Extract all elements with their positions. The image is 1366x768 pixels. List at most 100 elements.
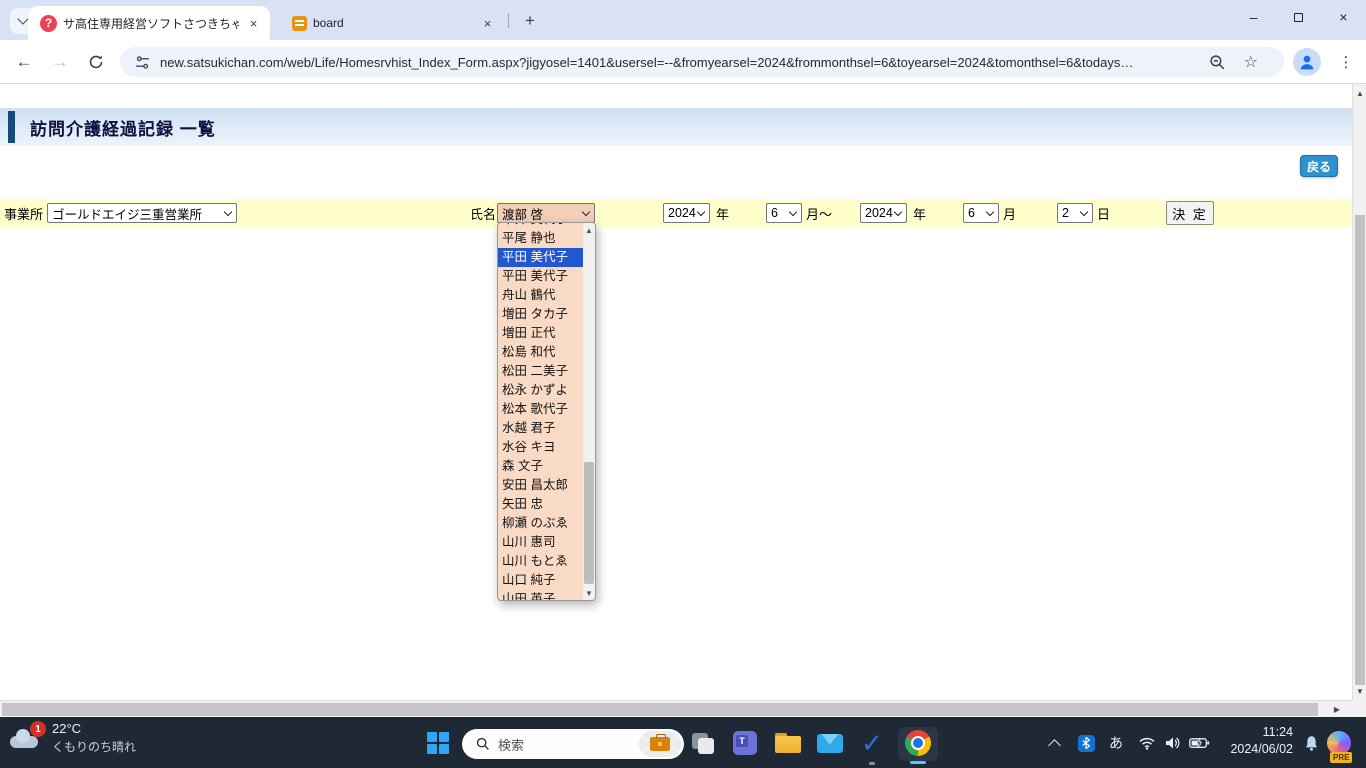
from-month-select[interactable]: 6 [766, 203, 802, 223]
dropdown-option[interactable]: 平尾 静也 [498, 229, 583, 248]
dropdown-option[interactable]: 矢田 忠 [498, 495, 583, 514]
dropdown-option[interactable]: 舟山 鶴代 [498, 286, 583, 305]
dropdown-option[interactable]: 山川 もとゑ [498, 552, 583, 571]
name-select[interactable]: 渡部 啓 [497, 203, 595, 223]
todo-button[interactable]: ✓ [858, 729, 886, 757]
bookmark-star-icon[interactable]: ☆ [1244, 52, 1258, 72]
chrome-button[interactable] [904, 729, 932, 757]
chevron-down-icon [893, 207, 903, 217]
taskbar-search[interactable]: 検索 [462, 729, 684, 759]
minimize-button[interactable]: – [1231, 0, 1276, 34]
tab-divider [508, 13, 509, 28]
dropdown-option[interactable]: 山田 英子 [498, 590, 583, 600]
dropdown-option[interactable]: 森 文子 [498, 457, 583, 476]
dropdown-option[interactable]: 松本 歌代子 [498, 400, 583, 419]
restore-button[interactable] [1276, 0, 1321, 34]
to-year-value: 2024 [865, 206, 893, 220]
dropdown-list: 平井 美代子平尾 静也平田 美代子平田 美代子舟山 鶴代増田 タカ子増田 正代松… [498, 223, 583, 600]
mail-button[interactable] [816, 729, 844, 757]
dropdown-scrollbar-thumb[interactable] [584, 462, 594, 584]
close-button[interactable]: × [1321, 0, 1366, 34]
file-explorer-button[interactable] [774, 729, 802, 757]
dropdown-option[interactable]: 水越 君子 [498, 419, 583, 438]
browser-menu-icon[interactable]: ⋮ [1336, 51, 1356, 73]
wifi-button[interactable] [1133, 729, 1161, 757]
dropdown-option[interactable]: 安田 昌太郎 [498, 476, 583, 495]
from-year-select[interactable]: 2024 [663, 203, 710, 223]
browser-tab-active[interactable]: ? サ高住専用経営ソフトさつきちゃん × [28, 6, 270, 40]
battery-button[interactable] [1185, 729, 1213, 757]
dropdown-option[interactable]: 松田 二美子 [498, 362, 583, 381]
scroll-up-icon[interactable]: ▲ [1353, 86, 1366, 100]
day-value: 2 [1062, 206, 1069, 220]
scroll-down-icon[interactable]: ▼ [1353, 684, 1366, 698]
task-view-button[interactable] [688, 729, 716, 757]
chevron-down-icon [788, 207, 798, 217]
to-year-select[interactable]: 2024 [860, 203, 907, 223]
search-highlight-chip[interactable] [639, 731, 681, 757]
teams-button[interactable] [731, 729, 759, 757]
dropdown-option[interactable]: 水谷 キヨ [498, 438, 583, 457]
weather-widget[interactable]: 1 22°C くもりのち晴れ [8, 721, 136, 755]
dropdown-option[interactable]: 山口 純子 [498, 571, 583, 590]
site-info-icon[interactable] [134, 54, 151, 71]
question-favicon-icon: ? [40, 14, 57, 32]
browser-tab-board[interactable]: board × [280, 6, 504, 40]
horizontal-scrollbar[interactable]: ▶ [0, 700, 1352, 717]
dropdown-option[interactable]: 松永 かずよ [498, 381, 583, 400]
to-year-unit: 年 [913, 206, 927, 222]
to-month-value: 6 [968, 206, 975, 220]
return-button[interactable]: 戻る [1300, 155, 1338, 177]
dropdown-scrollbar[interactable]: ▲ ▼ [583, 223, 595, 600]
bluetooth-icon [1077, 734, 1095, 752]
dropdown-option[interactable]: 平田 美代子 [498, 248, 583, 267]
dropdown-option[interactable]: 増田 タカ子 [498, 305, 583, 324]
chevron-down-icon [696, 207, 706, 217]
tab-close-icon[interactable]: × [479, 15, 496, 32]
scroll-up-icon[interactable]: ▲ [583, 223, 595, 237]
folder-icon [775, 733, 801, 753]
day-select[interactable]: 2 [1057, 203, 1093, 223]
running-indicator [869, 762, 875, 765]
url-bar[interactable]: new.satsukichan.com/web/Life/Homesrvhist… [120, 47, 1284, 77]
taskbar-clock[interactable]: 11:24 2024/06/02 [1225, 724, 1293, 758]
office-select[interactable]: ゴールドエイジ三重営業所 [47, 203, 237, 223]
dropdown-option[interactable]: 平田 美代子 [498, 267, 583, 286]
reload-button[interactable] [83, 49, 109, 75]
chrome-active-indicator [910, 761, 926, 764]
zoom-out-icon[interactable] [1209, 54, 1226, 71]
tab-title: board [313, 16, 344, 30]
taskbar: 1 22°C くもりのち晴れ 検索 ✓ あ 11:24 2024/06/02 [0, 717, 1366, 768]
back-button[interactable]: ← [11, 49, 37, 75]
scroll-down-icon[interactable]: ▼ [583, 586, 595, 600]
horizontal-scrollbar-thumb[interactable] [2, 703, 1318, 716]
new-tab-button[interactable]: + [518, 9, 542, 33]
vertical-scrollbar-thumb[interactable] [1355, 215, 1365, 685]
scroll-right-icon[interactable]: ▶ [1330, 702, 1344, 716]
dropdown-option[interactable]: 増田 正代 [498, 324, 583, 343]
chevron-down-icon [1079, 207, 1089, 217]
ime-button[interactable]: あ [1102, 729, 1130, 757]
to-month-select[interactable]: 6 [963, 203, 999, 223]
browser-tab-strip: ? サ高住専用経営ソフトさつきちゃん × board × + – × [0, 0, 1366, 40]
day-unit: 日 [1097, 206, 1111, 222]
cloud-icon: 1 [8, 721, 46, 753]
battery-icon [1188, 737, 1209, 749]
forward-button[interactable]: → [47, 49, 73, 75]
vertical-scrollbar[interactable]: ▲ ▼ [1352, 84, 1366, 700]
dropdown-option[interactable]: 柳瀬 のぶゑ [498, 514, 583, 533]
clock-time: 11:24 [1262, 725, 1293, 739]
tray-expand-button[interactable] [1040, 729, 1068, 757]
url-text[interactable]: new.satsukichan.com/web/Life/Homesrvhist… [160, 55, 1194, 70]
notification-bell-button[interactable] [1297, 729, 1325, 757]
submit-button[interactable]: 決 定 [1166, 201, 1214, 225]
volume-button[interactable] [1159, 729, 1187, 757]
dropdown-option[interactable]: 山川 惠司 [498, 533, 583, 552]
bluetooth-button[interactable] [1072, 729, 1100, 757]
name-select-value: 渡部 啓 [502, 207, 543, 222]
copilot-pre-badge: PRE [1330, 752, 1353, 763]
tab-close-icon[interactable]: × [245, 15, 262, 32]
dropdown-option[interactable]: 松島 和代 [498, 343, 583, 362]
start-button[interactable] [427, 732, 449, 754]
profile-avatar[interactable] [1293, 48, 1321, 76]
